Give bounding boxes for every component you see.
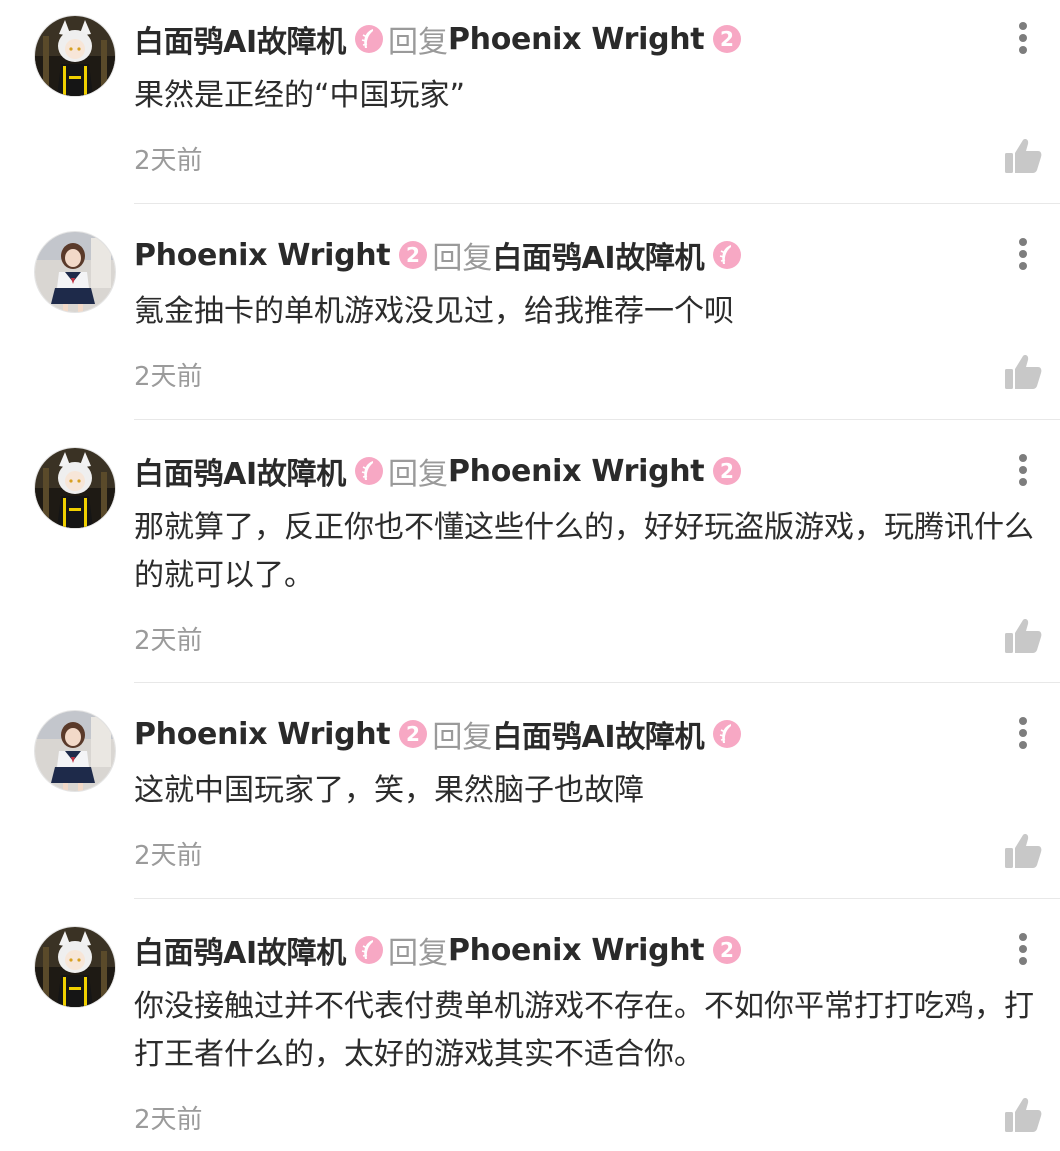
comment-header: Phoenix Wright 2 回复 白面鸮AI故障机 bbox=[134, 230, 746, 280]
reply-to-name[interactable]: 白面鸮AI故障机 bbox=[492, 233, 704, 277]
feather-badge-icon bbox=[354, 935, 384, 965]
comment-text: 那就算了，反正你也不懂这些什么的，好好玩盗版游戏，玩腾讯什么的就可以了。 bbox=[134, 510, 1034, 593]
comment-time: 2天前 bbox=[134, 841, 203, 871]
more-options-icon[interactable] bbox=[1010, 929, 1036, 969]
svg-text:2: 2 bbox=[406, 722, 420, 746]
comment-time: 2天前 bbox=[134, 362, 203, 392]
reply-label: 回复 bbox=[387, 457, 448, 492]
more-options-icon[interactable] bbox=[1010, 450, 1036, 490]
feather-badge-icon bbox=[712, 719, 742, 749]
feather-badge-icon bbox=[354, 456, 384, 486]
svg-text:2: 2 bbox=[720, 27, 734, 51]
divider bbox=[134, 419, 1060, 420]
more-options-icon[interactable] bbox=[1010, 18, 1036, 58]
comment-header: Phoenix Wright 2 回复 白面鸮AI故障机 bbox=[134, 709, 746, 759]
thumbs-up-icon[interactable] bbox=[1004, 1096, 1042, 1134]
level-2-badge-icon: 2 bbox=[398, 240, 428, 270]
reply-label: 回复 bbox=[432, 720, 493, 755]
author-name[interactable]: 白面鸮AI故障机 bbox=[134, 449, 346, 493]
comment-time: 2天前 bbox=[134, 626, 203, 656]
author-name[interactable]: 白面鸮AI故障机 bbox=[134, 17, 346, 61]
thumbs-up-icon[interactable] bbox=[1004, 137, 1042, 175]
level-2-badge-icon: 2 bbox=[712, 456, 742, 486]
author-name[interactable]: 白面鸮AI故障机 bbox=[134, 928, 346, 972]
avatar[interactable] bbox=[35, 711, 115, 791]
reply-to-name[interactable]: 白面鸮AI故障机 bbox=[492, 712, 704, 756]
comment-header: 白面鸮AI故障机 回复 Phoenix Wright 2 bbox=[134, 925, 746, 975]
reply-to-name[interactable]: Phoenix Wright bbox=[448, 933, 705, 968]
comment-time: 2天前 bbox=[134, 1105, 203, 1135]
comment-text: 果然是正经的“中国玩家” bbox=[134, 78, 466, 113]
level-2-badge-icon: 2 bbox=[712, 935, 742, 965]
thumbs-up-icon[interactable] bbox=[1004, 832, 1042, 870]
svg-text:2: 2 bbox=[720, 459, 734, 483]
divider bbox=[134, 898, 1060, 899]
more-options-icon[interactable] bbox=[1010, 713, 1036, 753]
comment-text: 你没接触过并不代表付费单机游戏不存在。不如你平常打打吃鸡，打打王者什么的，太好的… bbox=[134, 989, 1034, 1072]
reply-label: 回复 bbox=[387, 25, 448, 60]
reply-label: 回复 bbox=[432, 241, 493, 276]
avatar[interactable] bbox=[35, 927, 115, 1007]
author-name[interactable]: Phoenix Wright bbox=[134, 238, 391, 273]
reply-to-name[interactable]: Phoenix Wright bbox=[448, 22, 705, 57]
comment-header: 白面鸮AI故障机 回复 Phoenix Wright 2 bbox=[134, 14, 746, 64]
svg-text:2: 2 bbox=[406, 243, 420, 267]
comment-text: 这就中国玩家了，笑，果然脑子也故障 bbox=[134, 773, 644, 808]
divider bbox=[134, 682, 1060, 683]
svg-text:2: 2 bbox=[720, 938, 734, 962]
avatar[interactable] bbox=[35, 232, 115, 312]
author-name[interactable]: Phoenix Wright bbox=[134, 717, 391, 752]
thumbs-up-icon[interactable] bbox=[1004, 353, 1042, 391]
feather-badge-icon bbox=[712, 240, 742, 270]
avatar[interactable] bbox=[35, 448, 115, 528]
more-options-icon[interactable] bbox=[1010, 234, 1036, 274]
comment-text: 氪金抽卡的单机游戏没见过，给我推荐一个呗 bbox=[134, 294, 734, 329]
level-2-badge-icon: 2 bbox=[398, 719, 428, 749]
avatar[interactable] bbox=[35, 16, 115, 96]
comment-time: 2天前 bbox=[134, 146, 203, 176]
divider bbox=[134, 203, 1060, 204]
level-2-badge-icon: 2 bbox=[712, 24, 742, 54]
reply-label: 回复 bbox=[387, 936, 448, 971]
thumbs-up-icon[interactable] bbox=[1004, 617, 1042, 655]
feather-badge-icon bbox=[354, 24, 384, 54]
reply-to-name[interactable]: Phoenix Wright bbox=[448, 454, 705, 489]
comment-header: 白面鸮AI故障机 回复 Phoenix Wright 2 bbox=[134, 446, 746, 496]
